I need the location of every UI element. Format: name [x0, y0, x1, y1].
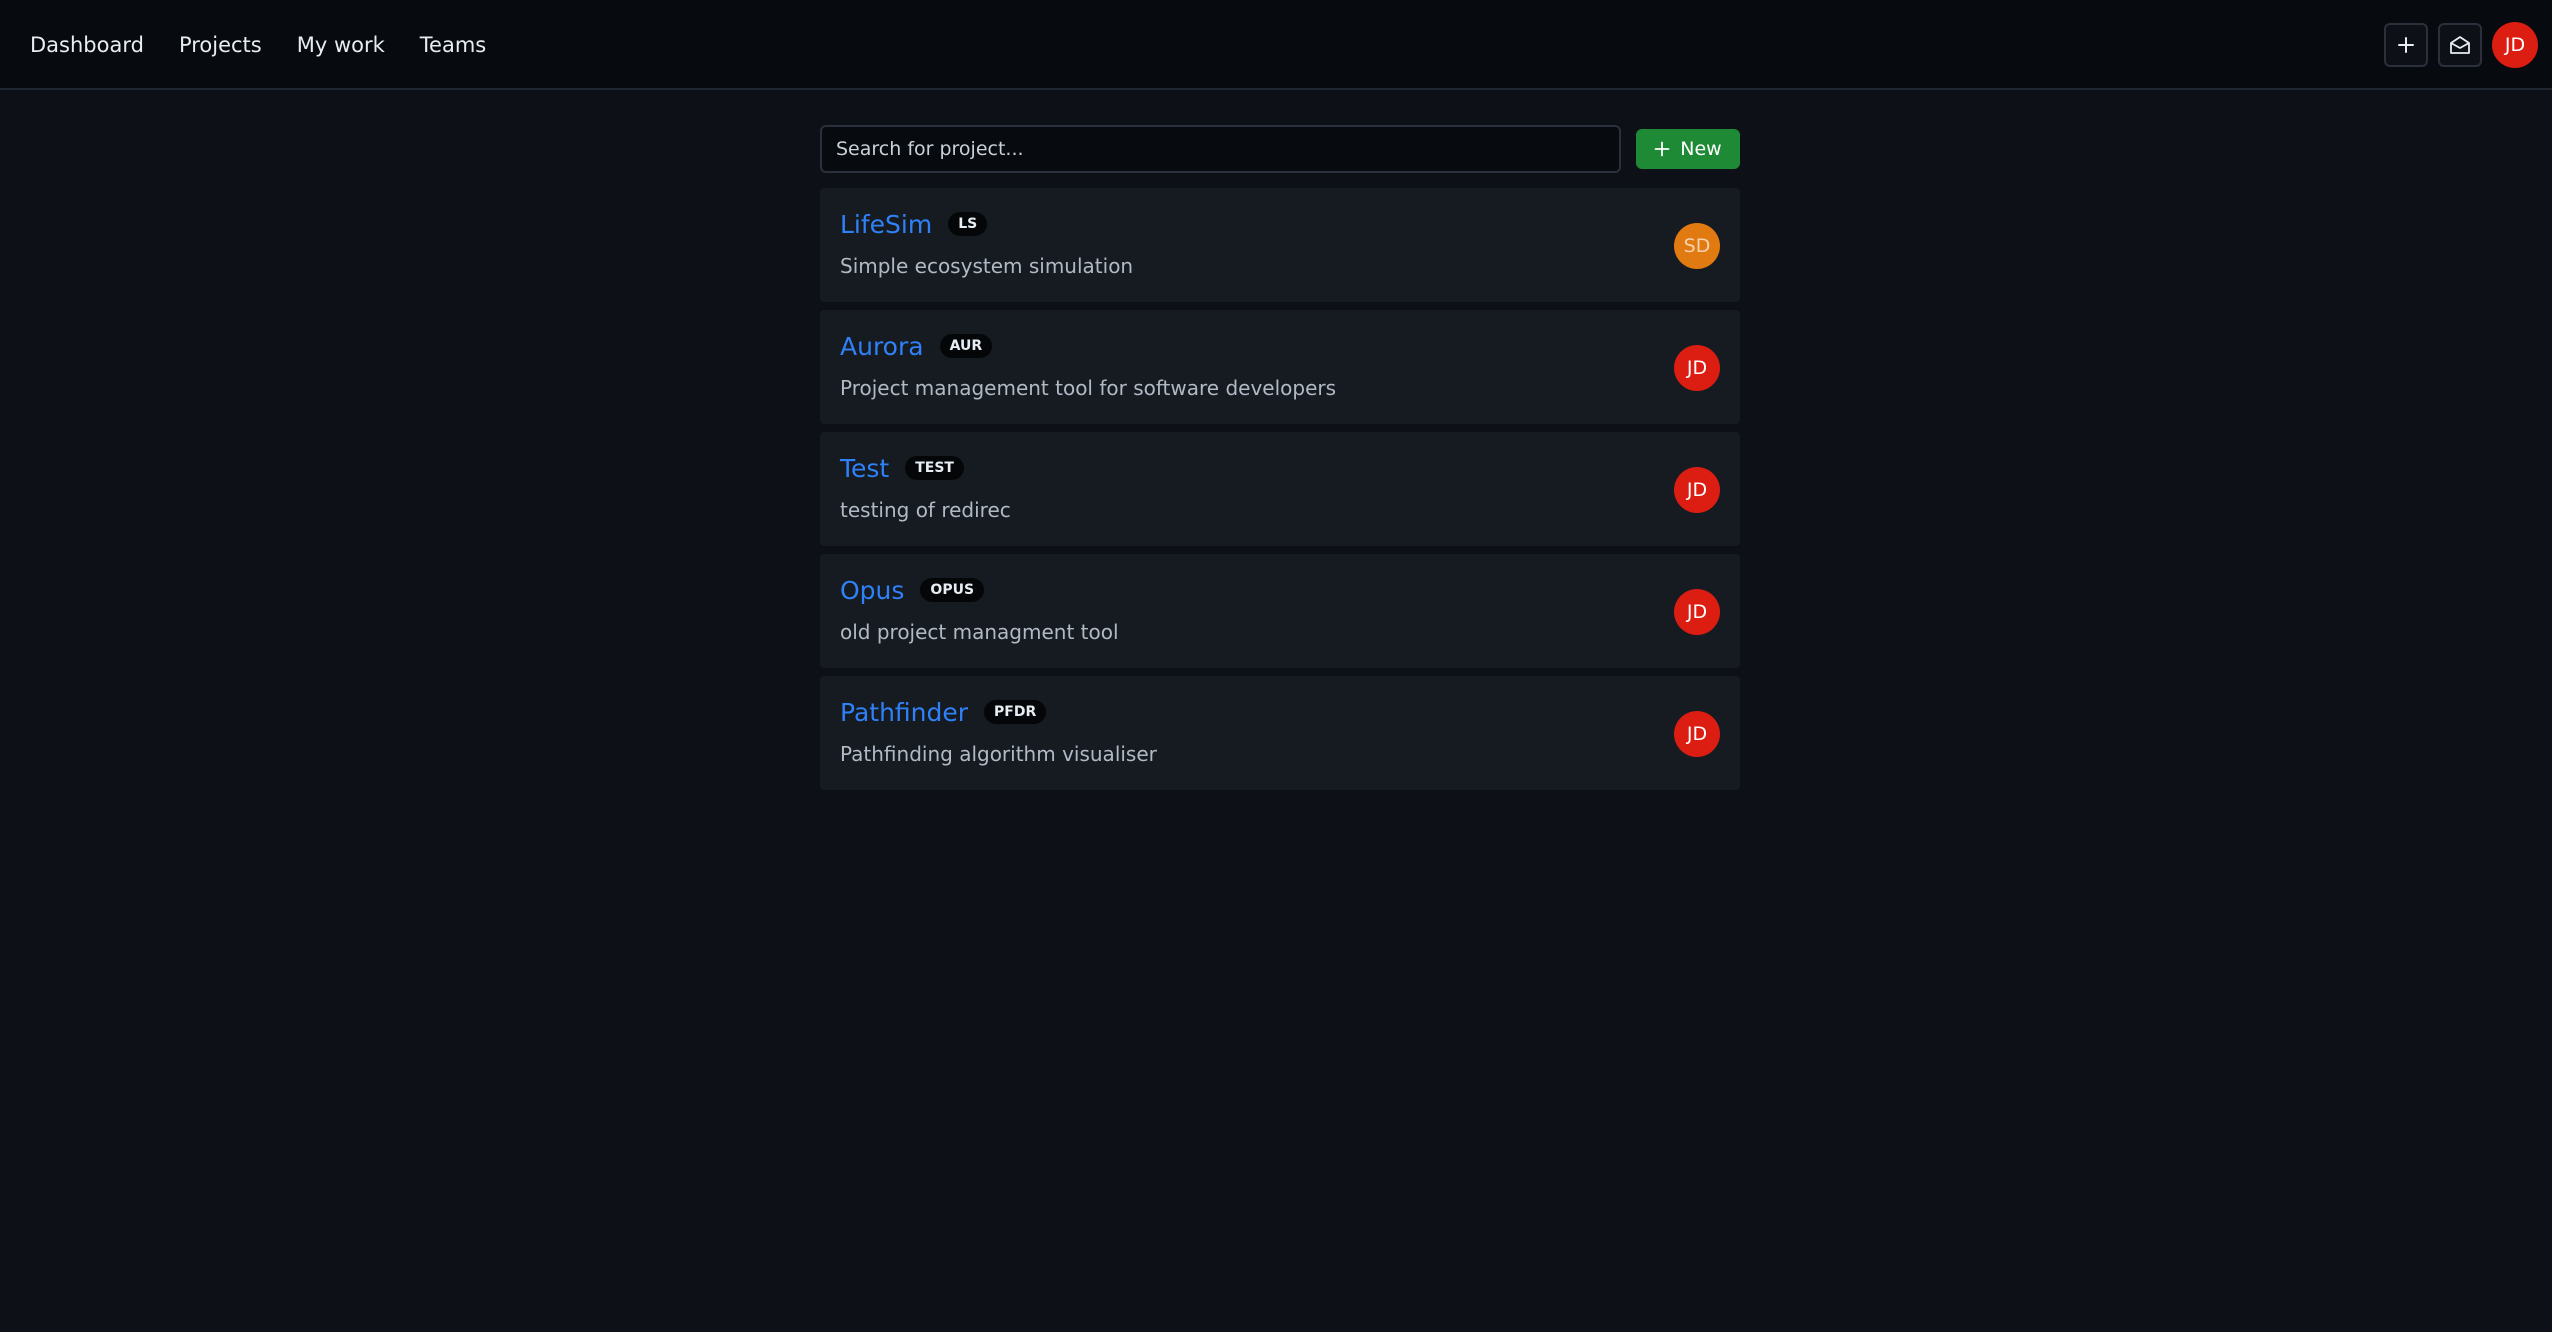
inbox-button[interactable] — [2438, 23, 2482, 67]
nav-item-dashboard[interactable]: Dashboard — [30, 33, 144, 57]
main-nav: Dashboard Projects My work Teams — [30, 0, 486, 90]
project-description: old project managment tool — [840, 620, 1119, 644]
project-name-link[interactable]: Pathfinder — [840, 698, 968, 727]
project-key-badge: TEST — [905, 456, 964, 480]
project-header: LifeSim LS — [840, 208, 988, 240]
nav-item-my-work[interactable]: My work — [297, 33, 385, 57]
project-card[interactable]: Opus OPUS old project managment tool JD — [820, 554, 1740, 668]
project-card[interactable]: Pathfinder PFDR Pathfinding algorithm vi… — [820, 676, 1740, 790]
owner-avatar: JD — [1674, 711, 1720, 757]
top-navigation-bar: Dashboard Projects My work Teams JD — [0, 0, 2552, 90]
project-name-link[interactable]: LifeSim — [840, 210, 932, 239]
plus-icon — [2398, 37, 2414, 53]
project-card[interactable]: Test TEST testing of redirec JD — [820, 432, 1740, 546]
project-name-link[interactable]: Aurora — [840, 332, 924, 361]
new-button-label: New — [1680, 138, 1722, 160]
project-header: Opus OPUS — [840, 574, 985, 606]
project-list: LifeSim LS Simple ecosystem simulation S… — [820, 188, 1740, 790]
project-card[interactable]: LifeSim LS Simple ecosystem simulation S… — [820, 188, 1740, 302]
owner-avatar: JD — [1674, 589, 1720, 635]
project-key-badge: PFDR — [984, 700, 1047, 724]
project-header: Aurora AUR — [840, 330, 993, 362]
project-key-badge: OPUS — [920, 578, 985, 602]
project-header: Test TEST — [840, 452, 964, 484]
new-project-button[interactable]: New — [1636, 129, 1740, 169]
user-avatar[interactable]: JD — [2492, 22, 2538, 68]
nav-item-projects[interactable]: Projects — [179, 33, 262, 57]
project-header: Pathfinder PFDR — [840, 696, 1047, 728]
project-description: Simple ecosystem simulation — [840, 254, 1134, 278]
project-key-badge: LS — [948, 212, 988, 236]
project-card[interactable]: Aurora AUR Project management tool for s… — [820, 310, 1740, 424]
project-name-link[interactable]: Opus — [840, 576, 904, 605]
owner-avatar: SD — [1674, 223, 1720, 269]
owner-avatar: JD — [1674, 467, 1720, 513]
projects-page: New LifeSim LS Simple ecosystem simulati… — [820, 125, 1740, 790]
project-description: testing of redirec — [840, 498, 1011, 522]
search-row: New — [820, 125, 1740, 173]
create-button[interactable] — [2384, 23, 2428, 67]
plus-icon — [1654, 141, 1670, 157]
project-description: Pathfinding algorithm visualiser — [840, 742, 1157, 766]
project-key-badge: AUR — [939, 334, 993, 358]
nav-item-teams[interactable]: Teams — [420, 33, 486, 57]
project-description: Project management tool for software dev… — [840, 376, 1337, 400]
owner-avatar: JD — [1674, 345, 1720, 391]
header-actions: JD — [2384, 0, 2538, 90]
mail-open-icon — [2450, 36, 2470, 54]
project-search-input[interactable] — [820, 125, 1621, 173]
project-name-link[interactable]: Test — [840, 454, 889, 483]
